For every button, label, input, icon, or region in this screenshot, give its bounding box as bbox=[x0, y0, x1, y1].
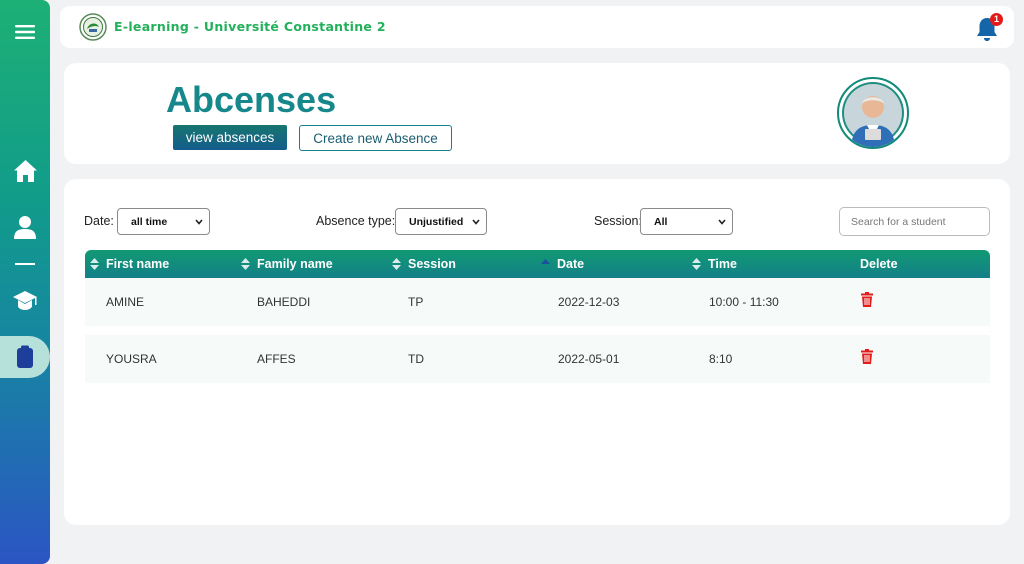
session-filter-label: Session: bbox=[594, 214, 642, 228]
sort-icon bbox=[241, 258, 250, 270]
cell-session: TP bbox=[408, 295, 424, 309]
date-filter-select[interactable]: all time bbox=[117, 208, 210, 235]
column-header-date[interactable]: Date bbox=[540, 257, 584, 271]
notification-badge: 1 bbox=[990, 13, 1003, 26]
clipboard-icon bbox=[17, 345, 33, 368]
graduation-cap-icon[interactable] bbox=[0, 287, 50, 315]
page-header-card: Abcenses view absences Create new Absenc… bbox=[64, 63, 1010, 164]
page-title: Abcenses bbox=[166, 79, 337, 120]
table-header: First name Family name Session Date Time… bbox=[85, 250, 990, 278]
absence-type-label: Absence type: bbox=[316, 214, 396, 228]
chevron-down-icon bbox=[195, 219, 203, 225]
absence-type-value: Unjustified bbox=[409, 215, 464, 228]
sidebar-item-absences[interactable] bbox=[0, 336, 50, 378]
sidebar bbox=[0, 0, 50, 564]
column-header-session[interactable]: Session bbox=[391, 257, 456, 271]
cell-date: 2022-05-01 bbox=[558, 352, 620, 366]
chevron-down-icon bbox=[472, 219, 480, 225]
session-filter-select[interactable]: All bbox=[640, 208, 733, 235]
view-absences-button[interactable]: view absences bbox=[173, 125, 287, 150]
date-filter-label: Date: bbox=[84, 214, 114, 228]
cell-date: 2022-12-03 bbox=[558, 295, 620, 309]
column-header-family-name[interactable]: Family name bbox=[240, 257, 333, 271]
absence-type-select[interactable]: Unjustified bbox=[395, 208, 487, 235]
cell-family-name: BAHEDDI bbox=[257, 295, 311, 309]
sort-icon bbox=[90, 258, 99, 270]
university-logo bbox=[79, 13, 107, 41]
sort-icon bbox=[392, 258, 401, 270]
trash-icon[interactable] bbox=[861, 349, 873, 364]
cell-family-name: AFFES bbox=[257, 352, 296, 366]
date-filter-value: all time bbox=[131, 215, 168, 228]
brand-title: E-learning - Université Constantine 2 bbox=[114, 19, 386, 34]
trash-icon[interactable] bbox=[861, 292, 873, 307]
table-row: AMINE BAHEDDI TP 2022-12-03 10:00 - 11:3… bbox=[85, 278, 990, 326]
table-row: YOUSRA AFFES TD 2022-05-01 8:10 bbox=[85, 335, 990, 383]
cell-session: TD bbox=[408, 352, 424, 366]
sidebar-divider bbox=[15, 263, 35, 265]
sort-icon bbox=[692, 258, 701, 270]
cell-first-name: YOUSRA bbox=[106, 352, 157, 366]
home-icon[interactable] bbox=[0, 157, 50, 185]
column-header-time[interactable]: Time bbox=[691, 257, 737, 271]
create-absence-button[interactable]: Create new Absence bbox=[299, 125, 452, 151]
avatar[interactable] bbox=[837, 77, 909, 149]
cell-time: 10:00 - 11:30 bbox=[709, 295, 779, 309]
column-header-delete: Delete bbox=[860, 257, 898, 271]
profile-icon[interactable] bbox=[0, 213, 50, 241]
session-filter-value: All bbox=[654, 215, 668, 228]
chevron-down-icon bbox=[718, 219, 726, 225]
cell-time: 8:10 bbox=[709, 352, 733, 366]
sort-ascending-icon bbox=[541, 259, 550, 264]
cell-first-name: AMINE bbox=[106, 295, 145, 309]
top-bar: E-learning - Université Constantine 2 1 bbox=[60, 6, 1014, 48]
student-search-input[interactable] bbox=[839, 207, 990, 236]
absences-panel: Date: all time Absence type: Unjustified… bbox=[64, 179, 1010, 525]
menu-toggle-icon[interactable] bbox=[0, 20, 50, 44]
column-header-first-name[interactable]: First name bbox=[89, 257, 169, 271]
